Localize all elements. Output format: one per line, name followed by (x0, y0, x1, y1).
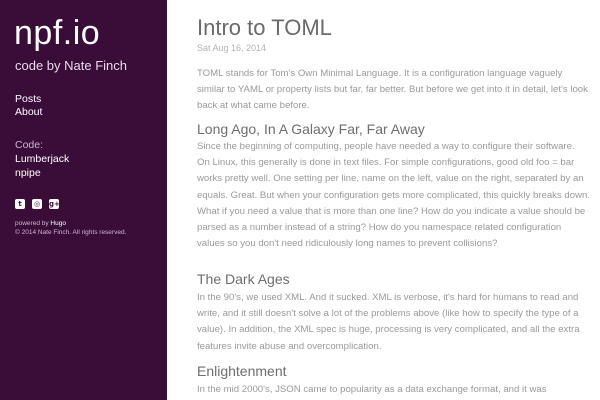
nav-item-about[interactable]: About (15, 106, 42, 119)
code-item-npipe[interactable]: npipe (15, 166, 69, 180)
copyright: © 2014 Nate Finch. All rights reserved. (15, 229, 127, 236)
code-item-lumberjack[interactable]: Lumberjack (15, 152, 69, 166)
twitter-icon[interactable]: t (15, 199, 25, 209)
section-body: In the 90's, we used XML. And it sucked.… (197, 292, 580, 352)
github-icon[interactable]: ◎ (32, 199, 42, 209)
site-tagline: code by Nate Finch (15, 58, 128, 73)
section-heading: Enlightenment (197, 363, 287, 379)
google-plus-icon[interactable]: g+ (49, 199, 60, 209)
post-title: Intro to TOML (197, 15, 332, 40)
hugo-link[interactable]: Hugo (50, 220, 66, 227)
code-section-label: Code: (15, 139, 44, 151)
social-links: t ◎ g+ (15, 199, 60, 209)
main-nav: Posts About (15, 93, 42, 119)
post-date: Sat Aug 16, 2014 (197, 43, 267, 53)
sidebar: npf.io code by Nate Finch Posts About Co… (0, 0, 167, 400)
code-nav: Lumberjack npipe (15, 152, 69, 180)
section-body: In the mid 2000's, JSON came to populari… (197, 384, 547, 395)
post-intro: TOML stands for Tom's Own Minimal Langua… (197, 68, 588, 112)
nav-item-posts[interactable]: Posts (15, 93, 42, 106)
site-title[interactable]: npf.io (14, 13, 100, 53)
powered-by-prefix: powered by (15, 220, 51, 227)
post-content: Intro to TOML Sat Aug 16, 2014 TOML stan… (197, 0, 590, 400)
section-heading: The Dark Ages (197, 271, 290, 287)
section-body: Since the beginning of computing, people… (197, 141, 590, 250)
powered-by: powered by Hugo (15, 219, 66, 228)
section-heading: Long Ago, In A Galaxy Far, Far Away (197, 121, 425, 137)
